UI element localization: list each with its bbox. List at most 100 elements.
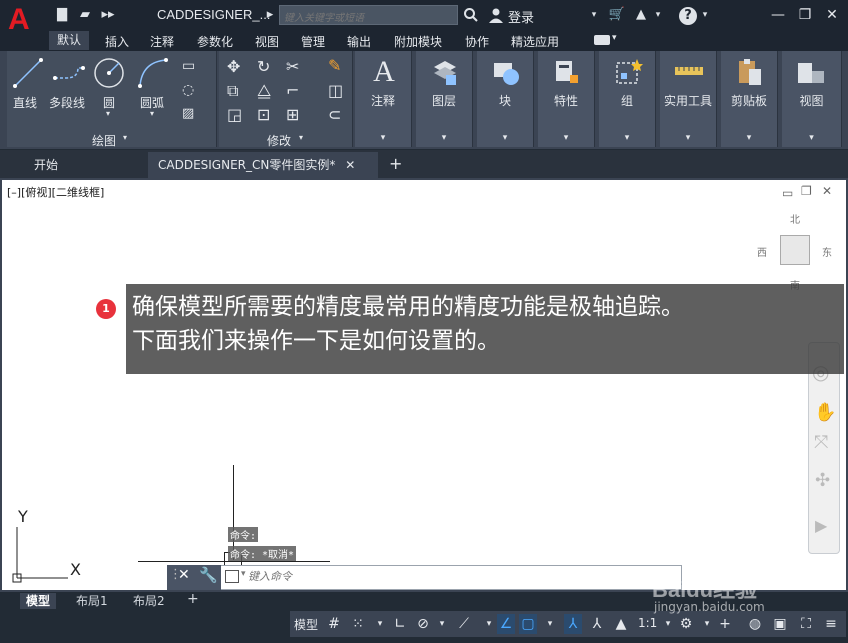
command-prompt-icon[interactable] bbox=[225, 570, 239, 583]
draw-group-label[interactable]: 绘图 bbox=[92, 132, 116, 149]
arc-dropdown-icon[interactable]: ▾ bbox=[150, 109, 154, 118]
showmotion-icon[interactable]: ▶ bbox=[815, 516, 827, 535]
orbit-icon[interactable]: ✣ bbox=[815, 470, 830, 491]
modify-group-label[interactable]: 修改 bbox=[267, 132, 291, 149]
tab-insert[interactable]: 插入 bbox=[105, 33, 129, 50]
grid-icon[interactable]: # bbox=[325, 614, 343, 634]
stretch-icon[interactable]: ◲ bbox=[227, 105, 242, 124]
tab-addins[interactable]: 附加模块 bbox=[394, 33, 442, 50]
user-icon[interactable] bbox=[487, 7, 505, 23]
mirror-icon[interactable]: ⧋ bbox=[257, 81, 271, 101]
ribbon-toggle-icon[interactable] bbox=[594, 35, 610, 45]
title-arrow-icon[interactable]: ▸ bbox=[264, 7, 276, 23]
login-link[interactable]: 登录 bbox=[508, 7, 534, 26]
close-button[interactable]: ✕ bbox=[821, 4, 843, 26]
hatch-tool-icon[interactable]: ◌ bbox=[182, 82, 194, 98]
viewport-label[interactable]: [–][俯视][二维线框] bbox=[7, 184, 104, 200]
tab-current-drawing[interactable]: CADDESIGNER_CN零件图实例* ✕ bbox=[148, 152, 378, 178]
clean-screen-icon[interactable]: ⛶ bbox=[797, 614, 815, 634]
snap-dropdown-icon[interactable]: ▾ bbox=[371, 614, 389, 634]
object-snap-icon[interactable]: ▢ bbox=[519, 614, 537, 634]
tab-view[interactable]: 视图 bbox=[255, 33, 279, 50]
line-tool-icon[interactable] bbox=[11, 56, 45, 90]
annotation-monitor-icon[interactable]: + bbox=[716, 614, 734, 634]
ribbon-toggle-dropdown-icon[interactable]: ▾ bbox=[612, 33, 617, 43]
polar-tracking-icon[interactable]: ⊘ bbox=[414, 614, 432, 634]
new-tab-icon[interactable]: + bbox=[389, 154, 402, 173]
help-icon[interactable]: ? bbox=[679, 7, 697, 25]
tab-layout2[interactable]: 布局2 bbox=[127, 593, 171, 609]
fillet-icon[interactable]: ⌐ bbox=[286, 81, 299, 100]
restore-button[interactable]: ❐ bbox=[794, 4, 816, 26]
quick-access-more-icon[interactable]: ▸▸ bbox=[99, 7, 117, 23]
help-dropdown-icon[interactable]: ▾ bbox=[699, 7, 711, 23]
arc-tool-icon[interactable] bbox=[136, 56, 170, 90]
auto-scale-icon[interactable]: ⅄ bbox=[588, 614, 606, 634]
ortho-icon[interactable]: ∟ bbox=[391, 614, 409, 634]
search-icon[interactable] bbox=[462, 7, 480, 23]
modify-group-dropdown-icon[interactable]: ▾ bbox=[299, 133, 303, 142]
scale-icon[interactable]: ⊡ bbox=[257, 105, 270, 124]
tab-start[interactable]: 开始 bbox=[24, 152, 144, 178]
viewport-close-icon[interactable]: ✕ bbox=[822, 184, 832, 198]
command-customize-icon[interactable]: 🔧 bbox=[199, 566, 218, 584]
clipboard-button[interactable]: 剪贴板 ▾ bbox=[721, 51, 778, 147]
tab-close-icon[interactable]: ✕ bbox=[345, 158, 355, 172]
utilities-button[interactable]: 实用工具 ▾ bbox=[660, 51, 717, 147]
polar-dropdown-icon[interactable]: ▾ bbox=[433, 614, 451, 634]
osnap-dropdown-icon[interactable]: ▾ bbox=[541, 614, 559, 634]
properties-button[interactable]: 特性 ▾ bbox=[538, 51, 595, 147]
cart-icon[interactable]: 🛒 bbox=[608, 7, 626, 23]
tab-collaborate[interactable]: 协作 bbox=[465, 33, 489, 50]
trim-icon[interactable]: ✂ bbox=[286, 57, 299, 76]
explode-icon[interactable]: ◫ bbox=[328, 81, 343, 100]
command-input[interactable] bbox=[248, 568, 668, 586]
open-folder-icon[interactable]: ▰ bbox=[76, 7, 94, 23]
isolate-objects-icon[interactable]: ◍ bbox=[746, 614, 764, 634]
new-file-icon[interactable]: ▇ bbox=[53, 7, 71, 23]
scale-dropdown-icon[interactable]: ▾ bbox=[659, 614, 677, 634]
erase-icon[interactable]: ✎ bbox=[328, 56, 341, 75]
add-layout-icon[interactable]: + bbox=[187, 591, 199, 607]
circle-tool-icon[interactable] bbox=[92, 56, 126, 90]
rotate-icon[interactable]: ↻ bbox=[257, 57, 270, 76]
app-dropdown-icon[interactable]: ▾ bbox=[652, 7, 664, 23]
autodesk-app-icon[interactable]: ▲ bbox=[632, 7, 650, 23]
group-button[interactable]: 组 ▾ bbox=[599, 51, 656, 147]
search-input[interactable] bbox=[280, 9, 457, 28]
workspace-gear-icon[interactable]: ⚙ bbox=[677, 614, 695, 634]
block-button[interactable]: 块 ▾ bbox=[477, 51, 534, 147]
command-close-icon[interactable]: ✕ bbox=[178, 567, 190, 583]
view-panel-button[interactable]: 视图 ▾ bbox=[782, 51, 842, 147]
model-space-button[interactable]: 模型 bbox=[294, 616, 318, 633]
tab-featured-apps[interactable]: 精选应用 bbox=[511, 33, 559, 50]
snap-icon[interactable]: ⁙ bbox=[349, 614, 367, 634]
command-dropdown-icon[interactable]: ▾ bbox=[241, 569, 246, 579]
tab-default[interactable]: 默认 bbox=[49, 31, 90, 50]
tab-layout1[interactable]: 布局1 bbox=[70, 593, 114, 609]
tab-manage[interactable]: 管理 bbox=[301, 33, 325, 50]
viewport-restore-icon[interactable]: ❐ bbox=[801, 184, 812, 198]
line-tool-label[interactable]: 直线 bbox=[13, 94, 37, 111]
polyline-tool-label[interactable]: 多段线 bbox=[49, 94, 85, 111]
iso-dropdown-icon[interactable]: ▾ bbox=[480, 614, 498, 634]
gradient-tool-icon[interactable]: ▨ bbox=[182, 106, 194, 121]
login-dropdown-icon[interactable]: ▾ bbox=[588, 7, 600, 23]
move-icon[interactable]: ✥ bbox=[227, 57, 240, 76]
workspace-dropdown-icon[interactable]: ▾ bbox=[698, 614, 716, 634]
viewcube-icon[interactable] bbox=[780, 235, 810, 265]
hardware-acceleration-icon[interactable]: ▣ bbox=[771, 614, 789, 634]
object-snap-tracking-icon[interactable]: ∠ bbox=[497, 614, 515, 634]
draw-group-dropdown-icon[interactable]: ▾ bbox=[123, 133, 127, 142]
tab-annotate[interactable]: 注释 bbox=[150, 33, 174, 50]
polyline-tool-icon[interactable] bbox=[52, 56, 86, 90]
tab-output[interactable]: 输出 bbox=[347, 33, 371, 50]
circle-dropdown-icon[interactable]: ▾ bbox=[106, 109, 110, 118]
zoom-extents-icon[interactable]: ⤧ bbox=[814, 432, 828, 453]
isometric-icon[interactable]: ⟋ bbox=[455, 614, 473, 634]
drawing-canvas[interactable] bbox=[0, 178, 848, 592]
annotation-visibility-icon[interactable]: ⅄ bbox=[564, 614, 582, 634]
rectangle-tool-icon[interactable]: ▭ bbox=[182, 58, 195, 74]
annotation-button[interactable]: A 注释 ▾ bbox=[355, 51, 412, 147]
array-icon[interactable]: ⊞ bbox=[286, 105, 299, 124]
